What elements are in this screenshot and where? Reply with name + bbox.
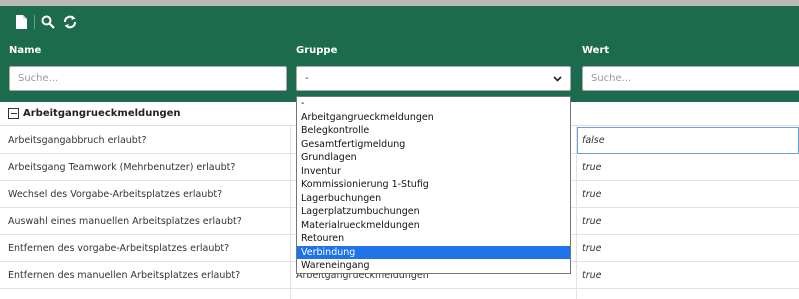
row-wert[interactable]: true [577,181,799,208]
dropdown-option-highlighted[interactable]: Verbindung [297,245,570,259]
row-wert[interactable]: true [577,262,799,289]
collapse-icon[interactable] [8,108,19,119]
dropdown-option[interactable]: Retouren [297,232,570,246]
row-wert[interactable]: true [577,208,799,235]
gruppe-filter-value: - [305,73,309,84]
chevron-down-icon [553,75,562,82]
gruppe-filter-select[interactable]: - [296,66,571,91]
row-name: Entfernen des manuellen Arbeitsplatzes e… [8,270,241,281]
row-name: Arbeitsgang Teamwork (Mehrbenutzer) erla… [8,162,236,173]
new-document-button[interactable] [12,12,30,32]
wert-search-input[interactable]: Suche... [582,66,799,91]
row-name: Entfernen des vorgabe-Arbeitsplatzes erl… [8,243,230,254]
column-header-gruppe[interactable]: Gruppe [296,45,337,56]
dropdown-option[interactable]: Materialrueckmeldungen [297,219,570,233]
refresh-icon [64,15,76,29]
dropdown-option[interactable]: Wareneingang [297,259,570,273]
wert-search-placeholder: Suche... [591,73,632,84]
toolbar-separator [34,15,35,29]
dropdown-option[interactable]: Grundlagen [297,151,570,165]
dropdown-option[interactable]: Gesamtfertigmeldung [297,138,570,152]
row-wert-editor[interactable]: false [577,127,799,154]
toolbar [12,12,79,32]
row-name: Arbeitsgangabbruch erlaubt? [8,135,147,146]
name-search-placeholder: Suche... [18,73,59,84]
dropdown-option[interactable]: Belegkontrolle [297,124,570,138]
refresh-button[interactable] [61,12,79,32]
gruppe-dropdown-list[interactable]: - Arbeitgangrueckmeldungen Belegkontroll… [296,96,571,274]
row-name: Auswahl eines manuellen Arbeitsplatzes e… [8,216,242,227]
name-search-input[interactable]: Suche... [9,66,287,91]
column-divider [290,126,291,299]
new-document-icon [15,15,27,29]
column-header-name[interactable]: Name [9,45,41,56]
dropdown-option[interactable]: Arbeitgangrueckmeldungen [297,111,570,125]
group-title: Arbeitgangrueckmeldungen [23,108,181,119]
dropdown-option[interactable]: Kommissionierung 1-Stufig [297,178,570,192]
row-wert[interactable]: true [577,235,799,262]
column-divider [576,126,577,299]
dropdown-option[interactable]: Lagerplatzumbuchungen [297,205,570,219]
row-name: Wechsel des Vorgabe-Arbeitsplatzes erlau… [8,189,223,200]
dropdown-option[interactable]: - [297,97,570,111]
search-button[interactable] [39,12,57,32]
dropdown-option[interactable]: Lagerbuchungen [297,192,570,206]
column-header-wert[interactable]: Wert [582,45,609,56]
search-icon [41,15,55,29]
dropdown-option[interactable]: Inventur [297,165,570,179]
row-wert[interactable]: true [577,154,799,181]
